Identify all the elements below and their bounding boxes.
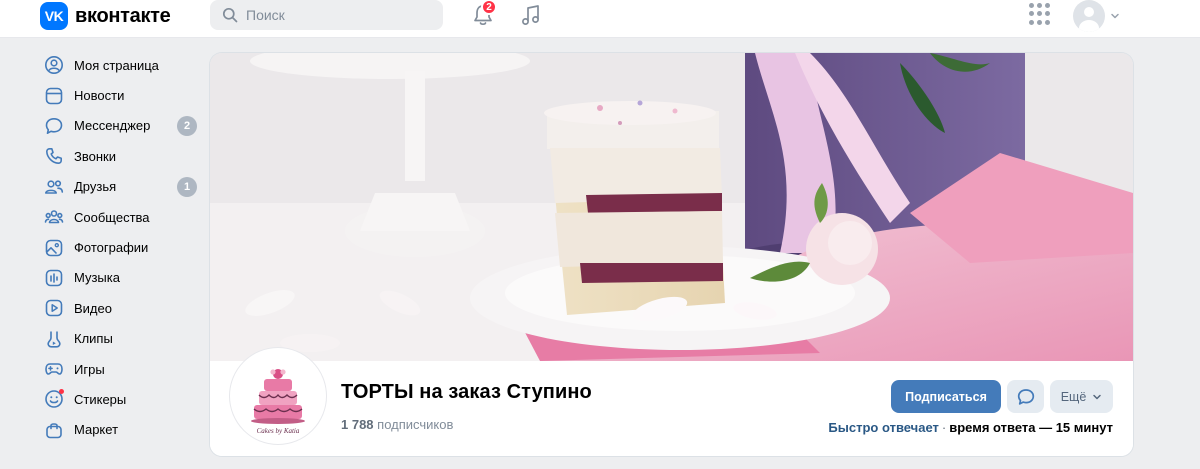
more-actions-button[interactable]: Ещё	[1050, 380, 1113, 413]
fast-reply-label: Быстро отвечает	[828, 420, 939, 435]
sidebar-item-my-page[interactable]: Моя страница	[40, 50, 200, 80]
sidebar-item-label: Друзья	[74, 179, 117, 195]
sidebar-item-messenger[interactable]: Мессенджер 2	[40, 111, 200, 141]
search-input[interactable]	[246, 7, 426, 23]
sidebar-item-news[interactable]: Новости	[40, 80, 200, 110]
sidebar-item-label: Моя страница	[74, 57, 159, 73]
sidebar-item-label: Новости	[74, 88, 125, 104]
cake-logo-icon: Cakes by Katia	[233, 351, 323, 441]
bag-icon	[44, 420, 64, 440]
sidebar-item-label: Игры	[74, 361, 105, 377]
video-icon	[44, 298, 64, 318]
sidebar-item-label: Маркет	[74, 422, 119, 438]
message-icon	[44, 116, 64, 136]
sidebar-item-label: Звонки	[74, 148, 116, 164]
cake-cover-illustration	[210, 53, 1133, 361]
sidebar-item-label: Мессенджер	[74, 118, 151, 134]
subscribers-number: 1 788	[341, 417, 374, 432]
svg-text:Cakes by Katia: Cakes by Katia	[257, 427, 300, 435]
notifications-button[interactable]: 2	[470, 0, 498, 28]
sidebar-item-music[interactable]: Музыка	[40, 263, 200, 293]
message-icon	[1017, 388, 1034, 405]
apps-grid-icon[interactable]	[1029, 3, 1051, 25]
group-info-bar: Cakes by Katia ТОРТЫ на заказ Ступино 1 …	[210, 348, 1133, 456]
sidebar-item-label: Видео	[74, 300, 112, 316]
friends-count-badge: 1	[177, 176, 197, 197]
subscribe-button[interactable]: Подписаться	[891, 380, 1001, 413]
sidebar-item-clips[interactable]: Клипы	[40, 324, 200, 354]
more-label: Ещё	[1060, 389, 1087, 404]
profile-menu[interactable]	[1073, 0, 1121, 32]
message-button[interactable]	[1007, 380, 1044, 413]
sidebar-item-communities[interactable]: Сообщества	[40, 202, 200, 232]
sidebar-item-video[interactable]: Видео	[40, 293, 200, 323]
left-sidebar: Моя страница Новости Мессенджер 2 Звонки…	[40, 50, 200, 445]
subscribers-label: подписчиков	[377, 417, 454, 432]
sidebar-item-label: Фотографии	[74, 240, 149, 256]
response-time-info: Быстро отвечает · время ответа — 15 минут	[828, 420, 1113, 435]
music-icon	[44, 268, 64, 288]
clips-icon	[44, 329, 64, 349]
top-bar: VK вконтакте 2	[0, 0, 1200, 38]
sidebar-item-games[interactable]: Игры	[40, 354, 200, 384]
group-title: ТОРТЫ на заказ Ступино	[341, 381, 592, 403]
sidebar-item-calls[interactable]: Звонки	[40, 141, 200, 171]
sidebar-item-label: Музыка	[74, 270, 120, 286]
sidebar-item-stickers[interactable]: Стикеры	[40, 384, 200, 414]
sidebar-item-market[interactable]: Маркет	[40, 415, 200, 445]
picture-icon	[44, 238, 64, 258]
newsfeed-icon	[44, 86, 64, 106]
search-box[interactable]	[210, 0, 443, 30]
vk-logo-mark: VK	[40, 2, 68, 30]
sidebar-item-friends[interactable]: Друзья 1	[40, 172, 200, 202]
chevron-down-icon	[1111, 13, 1119, 19]
communities-icon	[44, 207, 64, 227]
sidebar-item-label: Сообщества	[74, 209, 150, 225]
phone-icon	[44, 146, 64, 166]
smile-icon	[44, 389, 64, 409]
search-icon	[222, 7, 238, 23]
sidebar-item-label: Стикеры	[74, 391, 127, 407]
music-note-icon	[522, 5, 539, 25]
reply-separator: ·	[941, 420, 947, 435]
sidebar-item-photos[interactable]: Фотографии	[40, 232, 200, 262]
reply-time-label: время ответа — 15 минут	[949, 420, 1113, 435]
users-icon	[44, 177, 64, 197]
avatar	[1073, 0, 1105, 32]
messenger-count-badge: 2	[177, 115, 197, 136]
vk-logo[interactable]: VK вконтакте	[40, 2, 171, 30]
group-cover-image	[210, 53, 1133, 361]
group-header-card: Cakes by Katia ТОРТЫ на заказ Ступино 1 …	[210, 53, 1133, 456]
user-circle-icon	[44, 55, 64, 75]
group-avatar[interactable]: Cakes by Katia	[230, 348, 326, 444]
vk-logo-text: вконтакте	[75, 4, 171, 27]
sidebar-item-label: Клипы	[74, 331, 113, 347]
chevron-down-icon	[1093, 394, 1102, 399]
subscribers-count[interactable]: 1 788 подписчиков	[341, 417, 453, 432]
music-player-button[interactable]	[518, 2, 544, 28]
gamepad-icon	[44, 359, 64, 379]
